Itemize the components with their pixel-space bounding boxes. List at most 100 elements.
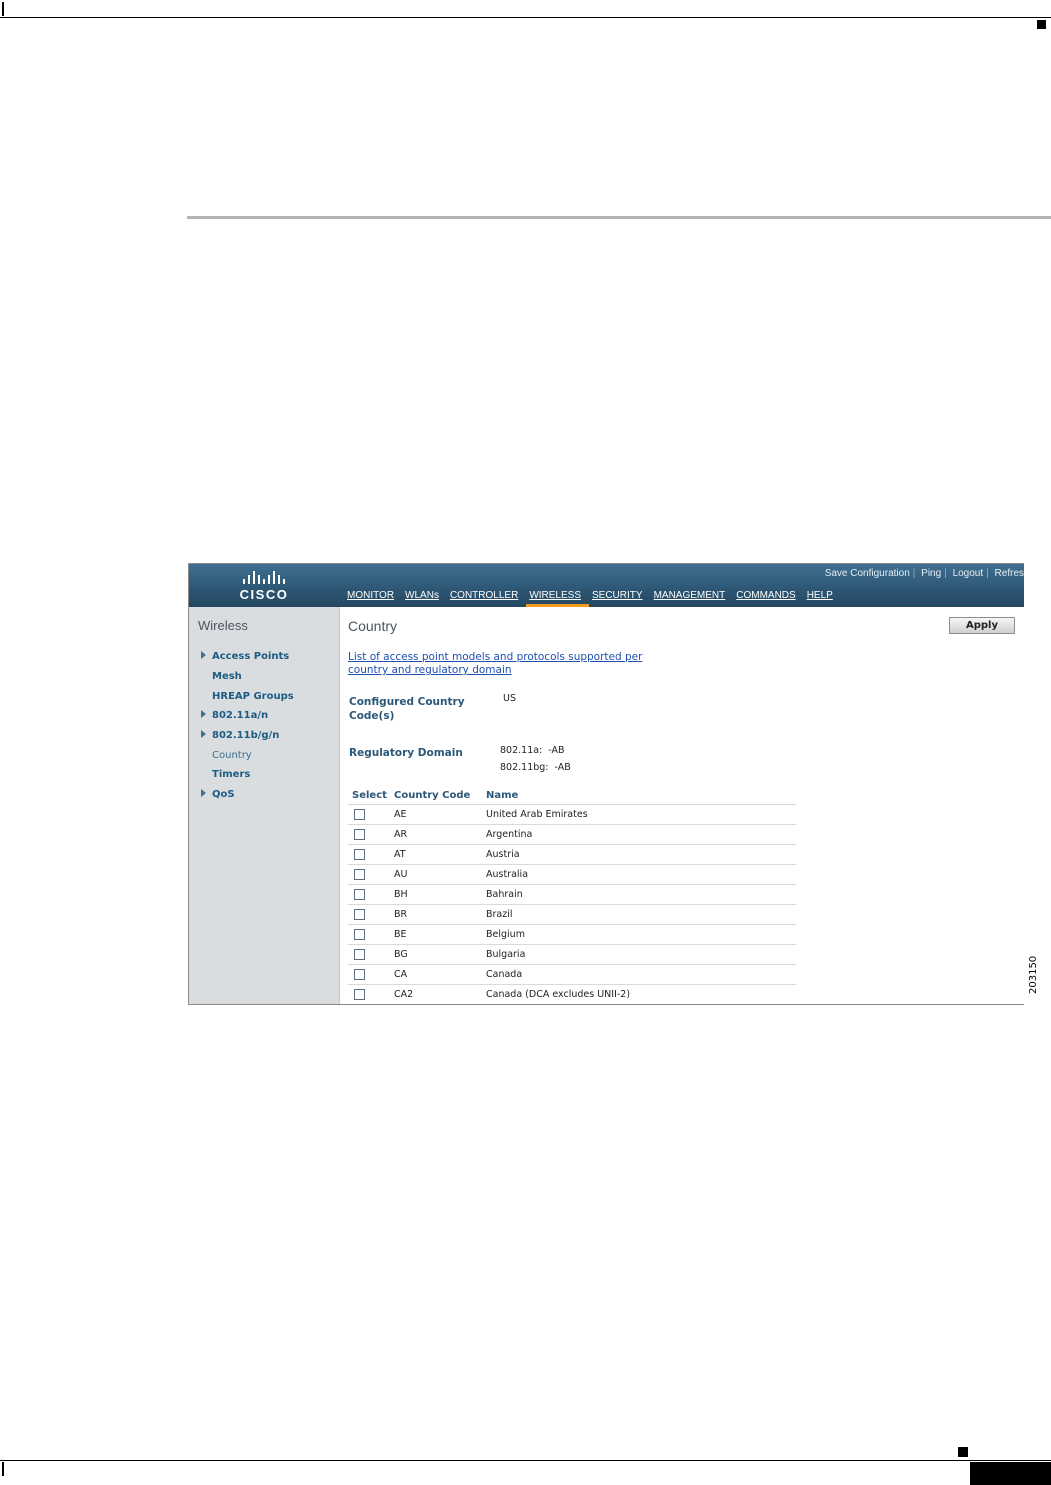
country-table: Select Country Code Name AE United Arab E… <box>348 787 796 1004</box>
select-checkbox[interactable] <box>354 869 365 880</box>
sidebar-item-label: Timers <box>212 769 251 780</box>
nav-commands[interactable]: COMMANDS <box>733 590 803 607</box>
select-checkbox[interactable] <box>354 829 365 840</box>
nav-wlans[interactable]: WLANs <box>402 590 447 607</box>
cisco-bars-icon <box>229 570 299 584</box>
sidebar-item-label: 802.11a/n <box>212 710 269 721</box>
country-code: AR <box>390 824 482 845</box>
country-name: Belgium <box>482 924 796 945</box>
country-name: Canada (DCA excludes UNII-2) <box>482 984 796 1004</box>
table-row: BG Bulgaria <box>348 944 796 965</box>
nav-monitor[interactable]: MONITOR <box>344 590 402 607</box>
sidebar: Wireless Access Points Mesh HREAP Groups… <box>189 607 340 1004</box>
expand-arrow-icon <box>201 710 206 718</box>
page-corner-marker <box>958 1447 968 1457</box>
page-title: Country <box>348 618 398 634</box>
sidebar-item-label: Access Points <box>212 651 290 662</box>
sidebar-item-qos[interactable]: QoS <box>201 789 235 800</box>
sidebar-item-80211bgn[interactable]: 802.11b/g/n <box>201 730 279 741</box>
page-crop-mark <box>2 1462 4 1476</box>
app-header: CISCO Save Configuration | Ping | Logout | … <box>189 564 1024 607</box>
brand-name: CISCO <box>239 587 289 602</box>
main-nav: MONITOR WLANs CONTROLLER WIRELESS SECURI… <box>344 590 841 607</box>
table-row: BH Bahrain <box>348 884 796 905</box>
nav-wireless[interactable]: WIRELESS <box>526 590 589 607</box>
country-name: Bahrain <box>482 884 796 905</box>
sidebar-item-80211an[interactable]: 802.11a/n <box>201 710 268 721</box>
logout-link[interactable]: Logout <box>953 568 984 579</box>
table-row: CA2 Canada (DCA excludes UNII-2) <box>348 984 796 1004</box>
link-separator: | <box>944 568 947 579</box>
refresh-link[interactable]: Refres <box>995 568 1024 579</box>
figure-number: 203150 <box>1028 955 1039 994</box>
configured-country-label: Configured Country Code(s) <box>349 696 465 722</box>
select-checkbox[interactable] <box>354 929 365 940</box>
ping-link[interactable]: Ping <box>921 568 941 579</box>
page-crop-mark <box>2 2 4 16</box>
country-code: CA <box>390 964 482 985</box>
regulatory-domain-label: Regulatory Domain <box>349 747 463 759</box>
sidebar-item-country[interactable]: Country <box>201 750 252 761</box>
select-checkbox[interactable] <box>354 989 365 1000</box>
main-content: Country Apply List of access point model… <box>340 607 1024 1004</box>
select-checkbox[interactable] <box>354 849 365 860</box>
country-code: BR <box>390 904 482 925</box>
country-name: United Arab Emirates <box>482 804 796 825</box>
page-header-rule <box>0 17 1051 18</box>
save-configuration-link[interactable]: Save Configuration <box>825 568 910 579</box>
country-name: Australia <box>482 864 796 885</box>
select-checkbox[interactable] <box>354 809 365 820</box>
link-separator: | <box>986 568 989 579</box>
section-divider <box>187 216 1051 219</box>
apply-button[interactable]: Apply <box>949 617 1015 634</box>
cisco-logo: CISCO <box>229 570 299 602</box>
table-row: BE Belgium <box>348 924 796 945</box>
sidebar-item-timers[interactable]: Timers <box>201 769 250 780</box>
sidebar-title: Wireless <box>198 618 248 633</box>
sidebar-item-hreap-groups[interactable]: HREAP Groups <box>201 691 294 702</box>
sidebar-item-label: HREAP Groups <box>212 691 294 702</box>
nav-help[interactable]: HELP <box>804 590 841 607</box>
column-header-name: Name <box>482 787 796 805</box>
sidebar-item-label: Mesh <box>212 671 242 682</box>
page-number-tab <box>970 1462 1051 1485</box>
country-name: Austria <box>482 844 796 865</box>
table-row: CA Canada <box>348 964 796 985</box>
country-name: Brazil <box>482 904 796 925</box>
country-code: BG <box>390 944 482 965</box>
country-name: Bulgaria <box>482 944 796 965</box>
table-header-row: Select Country Code Name <box>348 787 796 805</box>
page-footer-rule <box>0 1460 1051 1461</box>
select-checkbox[interactable] <box>354 969 365 980</box>
nav-controller[interactable]: CONTROLLER <box>447 590 526 607</box>
select-checkbox[interactable] <box>354 909 365 920</box>
expand-arrow-icon <box>201 730 206 738</box>
table-row: AE United Arab Emirates <box>348 804 796 825</box>
link-separator: | <box>912 568 916 579</box>
expand-arrow-icon <box>201 651 206 659</box>
table-row: AT Austria <box>348 844 796 865</box>
column-header-select: Select <box>348 787 390 805</box>
sidebar-item-label: Country <box>212 750 252 761</box>
select-checkbox[interactable] <box>354 889 365 900</box>
country-code: AU <box>390 864 482 885</box>
sidebar-item-access-points[interactable]: Access Points <box>201 651 289 662</box>
country-code: BE <box>390 924 482 945</box>
select-checkbox[interactable] <box>354 949 365 960</box>
country-name: Argentina <box>482 824 796 845</box>
top-links: Save Configuration | Ping | Logout | Refres <box>822 568 1024 579</box>
country-code: AE <box>390 804 482 825</box>
table-row: AU Australia <box>348 864 796 885</box>
sidebar-item-label: QoS <box>212 789 235 800</box>
column-header-country-code: Country Code <box>390 787 482 805</box>
table-row: BR Brazil <box>348 904 796 925</box>
configured-country-value: US <box>503 693 516 704</box>
country-code: BH <box>390 884 482 905</box>
supported-models-link[interactable]: List of access point models and protocol… <box>348 651 678 677</box>
nav-management[interactable]: MANAGEMENT <box>651 590 734 607</box>
regulatory-domain-bg: 802.11bg: -AB <box>500 762 571 773</box>
nav-security[interactable]: SECURITY <box>589 590 651 607</box>
sidebar-item-label: 802.11b/g/n <box>212 730 280 741</box>
table-row: AR Argentina <box>348 824 796 845</box>
sidebar-item-mesh[interactable]: Mesh <box>201 671 242 682</box>
